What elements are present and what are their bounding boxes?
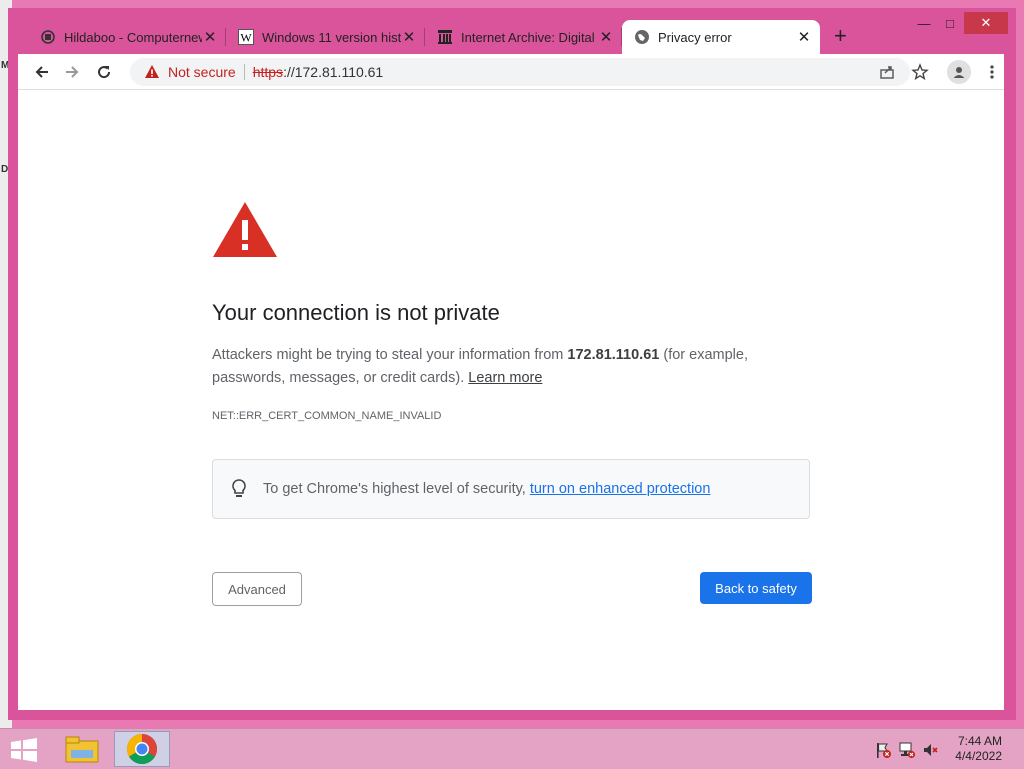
close-window-button[interactable]: ✕ xyxy=(964,12,1008,34)
browser-window: Hildaboo - Computernew ✕ W Windows 11 ve… xyxy=(8,8,1016,720)
back-arrow-icon[interactable] xyxy=(30,60,54,84)
enhanced-protection-link[interactable]: turn on enhanced protection xyxy=(530,481,711,497)
system-clock[interactable]: 7:44 AM 4/4/2022 xyxy=(955,734,1002,764)
bookmark-star-icon[interactable] xyxy=(908,60,932,84)
tab-title: Privacy error xyxy=(658,29,732,45)
advanced-button[interactable]: Advanced xyxy=(212,572,302,606)
back-to-safety-button[interactable]: Back to safety xyxy=(700,572,812,604)
host-name: 172.81.110.61 xyxy=(567,347,660,363)
chrome-taskbar-icon[interactable] xyxy=(114,731,170,767)
forward-arrow-icon[interactable] xyxy=(60,60,84,84)
browser-toolbar: Not secure https ://172.81.110.61 xyxy=(18,54,1004,90)
wikipedia-favicon: W xyxy=(238,29,254,45)
page-heading: Your connection is not private xyxy=(212,300,500,325)
tab-strip: Hildaboo - Computernew ✕ W Windows 11 ve… xyxy=(8,8,1016,54)
error-code[interactable]: NET::ERR_CERT_COMMON_NAME_INVALID xyxy=(212,410,441,422)
warning-triangle-icon xyxy=(212,200,278,263)
tab-title: Windows 11 version histo xyxy=(262,29,401,45)
tab-title: Hildaboo - Computernew xyxy=(64,29,202,45)
tip-text: To get Chrome's highest level of securit… xyxy=(263,481,710,497)
tab-windows-11[interactable]: W Windows 11 version histo ✕ xyxy=(226,20,425,54)
divider xyxy=(243,64,245,80)
address-bar[interactable]: Not secure https ://172.81.110.61 xyxy=(130,58,910,86)
globe-icon xyxy=(634,29,650,45)
reload-icon[interactable] xyxy=(92,60,116,84)
tab-internet-archive[interactable]: Internet Archive: Digital L ✕ xyxy=(425,20,622,54)
enhanced-protection-tip: To get Chrome's highest level of securit… xyxy=(212,459,810,519)
url-scheme: https xyxy=(252,64,284,80)
close-tab-icon[interactable]: ✕ xyxy=(401,28,417,46)
url-host: ://172.81.110.61 xyxy=(283,64,384,80)
taskbar: 7:44 AM 4/4/2022 xyxy=(0,728,1024,769)
tab-title: Internet Archive: Digital L xyxy=(461,29,598,45)
not-secure-label[interactable]: Not secure xyxy=(168,64,236,80)
explanation-text: Attackers might be trying to steal your … xyxy=(212,344,812,390)
file-explorer-icon[interactable] xyxy=(54,731,110,767)
not-secure-warning-icon[interactable] xyxy=(144,64,160,80)
hildaboo-favicon xyxy=(40,29,56,45)
clock-date: 4/4/2022 xyxy=(955,749,1002,763)
svg-text:W: W xyxy=(240,31,252,45)
lightbulb-icon xyxy=(229,478,249,500)
profile-avatar-icon[interactable] xyxy=(947,60,971,84)
share-icon[interactable] xyxy=(875,60,899,84)
tab-hildaboo[interactable]: Hildaboo - Computernew ✕ xyxy=(28,20,226,54)
close-tab-icon[interactable]: ✕ xyxy=(598,28,614,46)
new-tab-button[interactable]: + xyxy=(834,25,847,47)
tab-privacy-error[interactable]: Privacy error ✕ xyxy=(622,20,820,54)
tip-text: To get Chrome's highest level of securit… xyxy=(263,481,530,497)
windows-start-icon[interactable] xyxy=(10,738,38,767)
action-center-flag-icon[interactable] xyxy=(874,741,892,764)
learn-more-link[interactable]: Learn more xyxy=(468,370,542,386)
volume-muted-icon[interactable] xyxy=(922,741,940,764)
interstitial-page: Your connection is not private Attackers… xyxy=(18,90,1004,710)
close-tab-icon[interactable]: ✕ xyxy=(796,28,812,46)
clock-time: 7:44 AM xyxy=(957,734,1002,748)
menu-kebab-icon[interactable] xyxy=(980,60,1004,84)
network-icon[interactable] xyxy=(898,741,916,764)
close-tab-icon[interactable]: ✕ xyxy=(202,28,218,46)
internet-archive-favicon xyxy=(437,29,453,45)
body-text: Attackers might be trying to steal your … xyxy=(212,347,568,363)
